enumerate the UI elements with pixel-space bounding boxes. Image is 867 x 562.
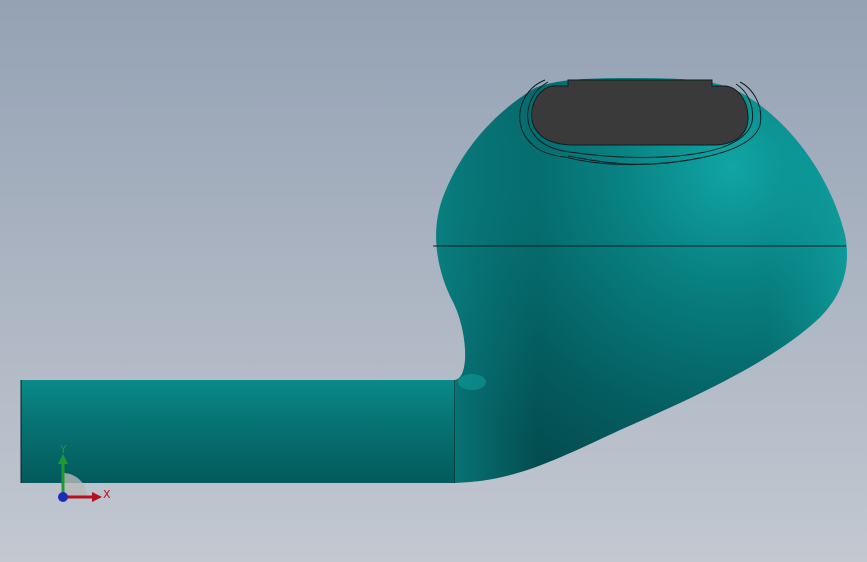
triad-x-label: X xyxy=(103,488,111,501)
triad-x-arrow-icon xyxy=(92,492,102,502)
graphics-viewport[interactable]: Y X xyxy=(0,0,867,562)
triad-y-label: Y xyxy=(59,443,67,456)
joint-fillet-highlight xyxy=(458,374,486,390)
triad-z-axis-dot xyxy=(58,492,68,502)
model-scene[interactable] xyxy=(0,0,867,562)
reference-triad[interactable]: Y X xyxy=(50,440,120,510)
triad-xy-plane-quadrant xyxy=(63,473,87,497)
opening-recess xyxy=(531,79,749,146)
